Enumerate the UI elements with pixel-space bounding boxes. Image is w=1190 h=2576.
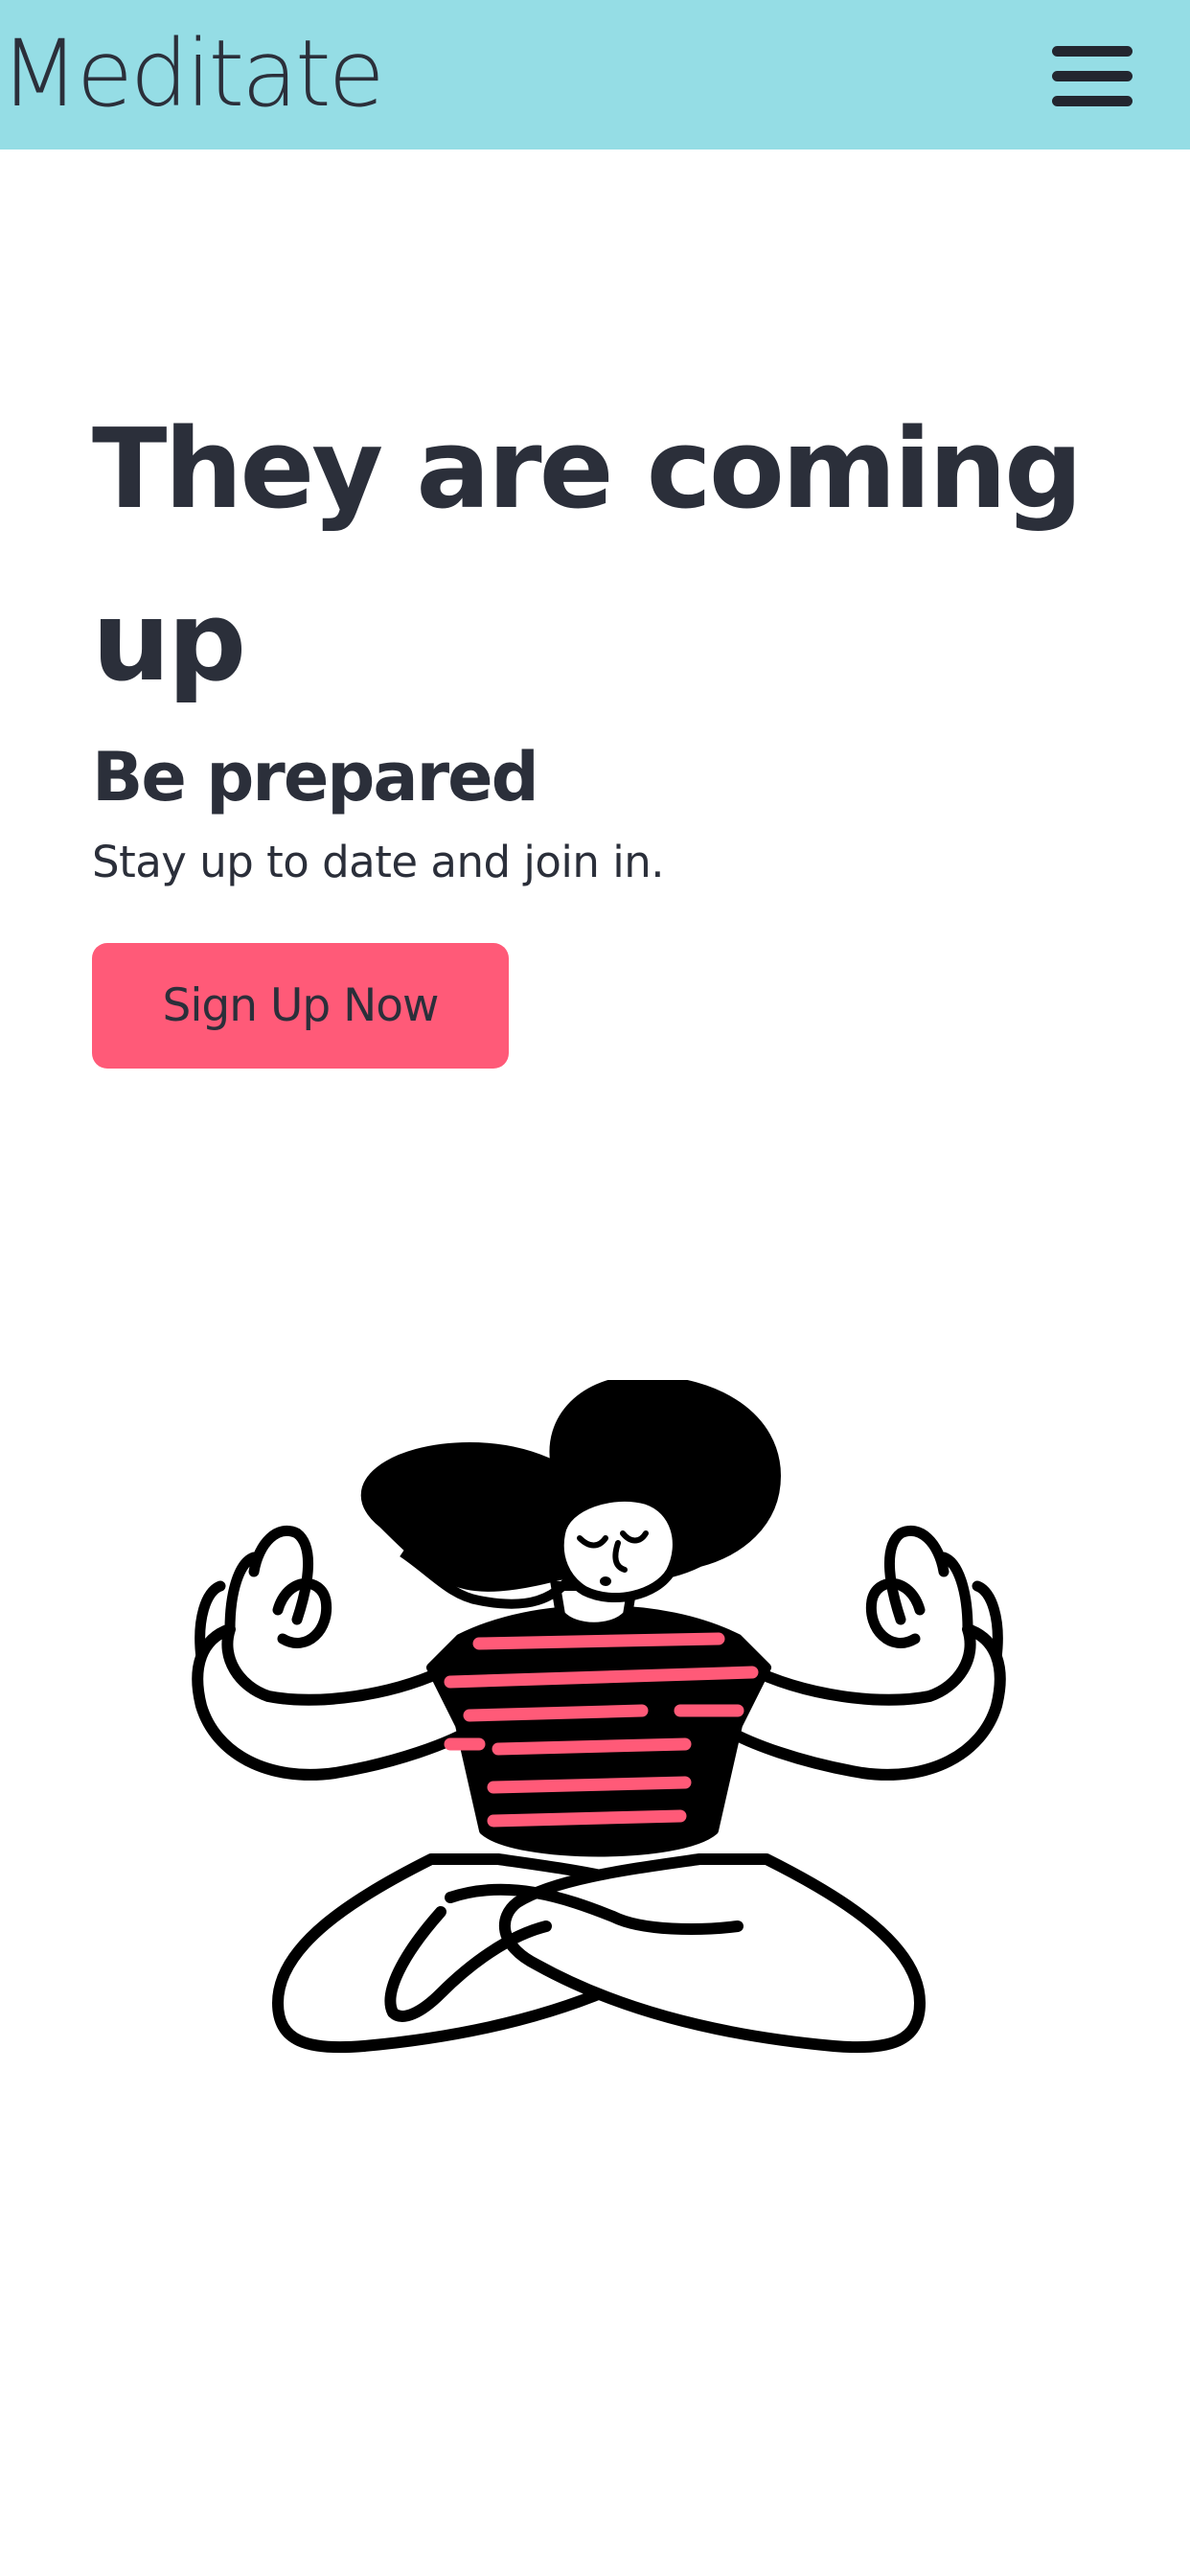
menu-bar-middle: [1052, 71, 1133, 81]
hero-subheadline: Be prepared: [92, 738, 539, 816]
legs-outline: [272, 1853, 926, 2054]
hero-section: They are coming up: [92, 383, 1108, 728]
hamburger-menu-icon[interactable]: [1044, 38, 1140, 115]
brand-logo[interactable]: Meditate: [0, 21, 385, 126]
striped-shirt: [426, 1605, 771, 1857]
top-navbar: Meditate: [0, 0, 1190, 150]
menu-bar-bottom: [1052, 96, 1133, 106]
meditating-person-illustration: [192, 1380, 1006, 2054]
sign-up-button[interactable]: Sign Up Now: [92, 943, 509, 1069]
menu-bar-top: [1052, 46, 1133, 57]
hero-headline: They are coming up: [92, 405, 1083, 706]
face: [554, 1491, 682, 1602]
hero-tagline: Stay up to date and join in.: [92, 837, 665, 887]
